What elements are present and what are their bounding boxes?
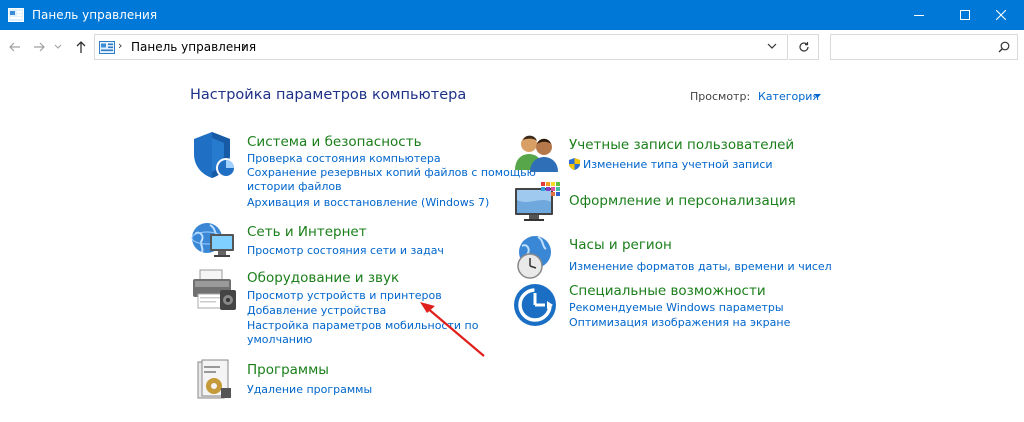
- up-button[interactable]: [72, 38, 90, 56]
- category-title[interactable]: Программы: [247, 362, 329, 378]
- link-backup-restore[interactable]: Архивация и восстановление (Windows 7): [247, 196, 489, 210]
- link-label[interactable]: Изменение типа учетной записи: [583, 158, 773, 171]
- close-button[interactable]: [978, 0, 1024, 30]
- link-network-status[interactable]: Просмотр состояния сети и задач: [247, 244, 444, 258]
- window-title: Панель управления: [32, 8, 158, 22]
- arrow-left-icon: [9, 42, 20, 52]
- appearance-icon[interactable]: [513, 182, 561, 226]
- link-file-history-cont[interactable]: истории файлов: [247, 180, 342, 194]
- link-recommended-settings[interactable]: Рекомендуемые Windows параметры: [569, 301, 784, 315]
- minimize-icon: [914, 15, 924, 16]
- clock-globe-icon[interactable]: [513, 234, 561, 280]
- link-file-history[interactable]: Сохранение резервных копий файлов с помо…: [247, 166, 536, 180]
- link-add-device[interactable]: Добавление устройства: [247, 304, 386, 318]
- view-by-label: Просмотр:: [690, 90, 751, 103]
- search-input[interactable]: [837, 36, 997, 58]
- page-title: Настройка параметров компьютера: [190, 87, 467, 103]
- programs-icon[interactable]: [190, 358, 238, 402]
- search-icon[interactable]: [998, 41, 1010, 53]
- annotation-arrow-icon: [420, 302, 485, 357]
- link-uninstall-program[interactable]: Удаление программы: [247, 383, 372, 397]
- address-bar[interactable]: › Панель управления ›: [94, 34, 788, 60]
- shield-icon[interactable]: [190, 130, 238, 180]
- view-by-dropdown[interactable]: Категория: [758, 90, 819, 103]
- control-panel-icon: [8, 8, 24, 22]
- link-devices-printers[interactable]: Просмотр устройств и принтеров: [247, 289, 442, 303]
- breadcrumb-separator-icon[interactable]: ›: [118, 39, 122, 52]
- arrow-up-icon: [76, 40, 86, 53]
- link-change-account-type[interactable]: Изменение типа учетной записи: [569, 158, 773, 172]
- minimize-button[interactable]: [896, 0, 942, 30]
- uac-shield-icon: [569, 158, 580, 170]
- recent-locations-button[interactable]: [52, 38, 64, 56]
- category-title[interactable]: Учетные записи пользователей: [569, 137, 794, 153]
- forward-button[interactable]: [30, 38, 48, 56]
- search-box[interactable]: [830, 34, 1018, 60]
- chevron-down-icon: [54, 44, 62, 49]
- control-panel-icon: [99, 41, 115, 54]
- category-title[interactable]: Оборудование и звук: [247, 270, 399, 286]
- category-title[interactable]: Сеть и Интернет: [247, 224, 367, 240]
- chevron-down-icon[interactable]: [767, 43, 777, 50]
- category-title[interactable]: Специальные возможности: [569, 283, 766, 299]
- refresh-button[interactable]: [789, 34, 819, 60]
- link-optimize-display[interactable]: Оптимизация изображения на экране: [569, 316, 790, 330]
- globe-network-icon[interactable]: [190, 220, 238, 262]
- users-icon[interactable]: [513, 132, 561, 174]
- arrow-right-icon: [34, 42, 45, 52]
- navigation-bar: › Панель управления ›: [0, 30, 1024, 64]
- link-date-time-formats[interactable]: Изменение форматов даты, времени и чисел: [569, 260, 832, 274]
- link-check-computer-status[interactable]: Проверка состояния компьютера: [247, 152, 441, 166]
- breadcrumb-control-panel[interactable]: Панель управления: [131, 40, 256, 54]
- category-title[interactable]: Часы и регион: [569, 237, 672, 253]
- category-title[interactable]: Система и безопасность: [247, 134, 422, 150]
- caret-down-icon[interactable]: [814, 94, 821, 98]
- category-title[interactable]: Оформление и персонализация: [569, 193, 796, 209]
- close-icon: [996, 10, 1006, 20]
- accessibility-icon[interactable]: [513, 282, 561, 328]
- link-mobility-settings-cont[interactable]: умолчанию: [247, 333, 312, 347]
- back-button[interactable]: [6, 38, 24, 56]
- breadcrumb-separator-icon[interactable]: ›: [242, 39, 246, 52]
- printer-icon[interactable]: [190, 268, 238, 314]
- title-bar: Панель управления: [0, 0, 1024, 30]
- maximize-icon: [960, 10, 970, 20]
- refresh-icon: [798, 42, 809, 52]
